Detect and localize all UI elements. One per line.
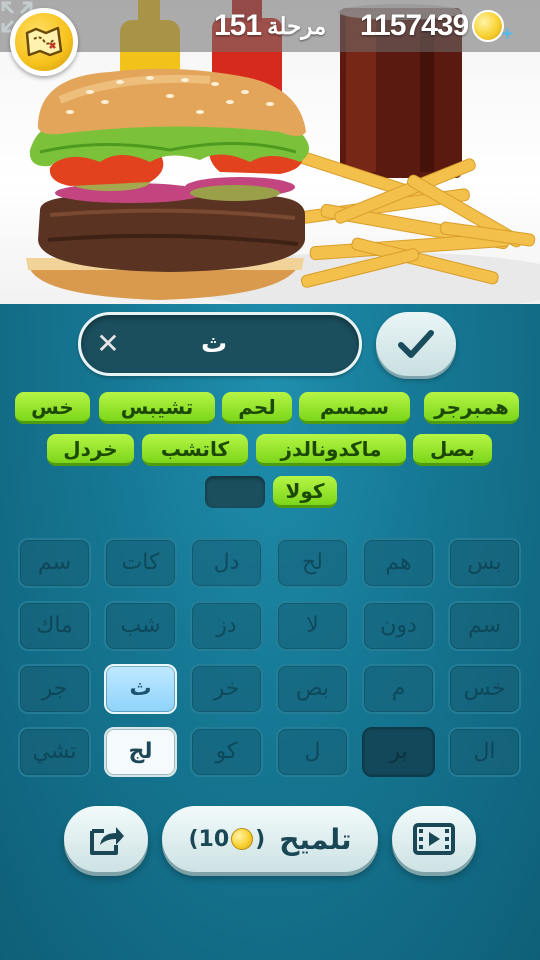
hint-button[interactable]: ( 10 ) تلميح xyxy=(162,806,378,872)
letter-tile[interactable]: سم xyxy=(18,538,91,588)
map-button[interactable] xyxy=(10,8,78,76)
found-word: ماكدونالدز xyxy=(256,434,406,466)
coin-icon xyxy=(231,828,254,850)
letter-tile[interactable]: بص xyxy=(276,664,349,714)
letter-tile[interactable]: دز xyxy=(190,601,263,651)
letter-tile-selected[interactable]: ث xyxy=(104,664,177,714)
submit-button[interactable] xyxy=(376,312,456,376)
level-label: مرحلة xyxy=(267,12,327,39)
found-word: سمسم xyxy=(299,392,410,424)
hint-cost-value: 10 xyxy=(198,826,230,852)
coin-icon: + xyxy=(472,6,513,46)
check-icon xyxy=(398,330,434,358)
answer-box[interactable]: ✕ ث xyxy=(78,312,362,376)
found-word: لحم xyxy=(222,392,292,424)
letter-tile[interactable]: كات xyxy=(104,538,177,588)
share-icon xyxy=(90,827,124,855)
plus-icon[interactable]: + xyxy=(501,23,513,46)
letter-tile[interactable]: خس xyxy=(448,664,521,714)
level-number: 151 xyxy=(214,9,262,42)
share-button[interactable] xyxy=(64,806,148,872)
letter-tile[interactable]: خر xyxy=(190,664,263,714)
found-word: بصل xyxy=(413,434,492,466)
letter-tile[interactable]: كو xyxy=(190,727,263,777)
found-word: كولا xyxy=(273,476,337,508)
found-word: خس xyxy=(15,392,90,424)
letter-tile[interactable]: سم xyxy=(448,601,521,651)
hint-cost: ( 10 ) xyxy=(188,826,266,852)
letter-tile[interactable]: بس xyxy=(448,538,521,588)
letter-tile[interactable]: م xyxy=(362,664,435,714)
found-word: همبرجر xyxy=(424,392,519,424)
video-reward-icon xyxy=(413,823,455,855)
close-icon[interactable]: ✕ xyxy=(95,330,121,358)
answer-text: ث xyxy=(201,329,228,359)
letter-tile[interactable]: دون xyxy=(362,601,435,651)
hint-label: تلميح xyxy=(279,822,352,856)
letter-tile[interactable]: شب xyxy=(104,601,177,651)
letter-tile[interactable]: ال xyxy=(448,727,521,777)
letter-tile[interactable]: ماك xyxy=(18,601,91,651)
letter-tile[interactable]: ل xyxy=(276,727,349,777)
coin-count: 1157439 xyxy=(360,9,469,42)
treasure-map-icon xyxy=(25,26,63,57)
video-reward-button[interactable] xyxy=(392,806,476,872)
missing-word-slot xyxy=(205,476,265,508)
level-indicator: مرحلة 151 xyxy=(214,6,326,46)
letter-tile[interactable]: دل xyxy=(190,538,263,588)
letter-tile[interactable]: لا xyxy=(276,601,349,651)
letter-tile[interactable]: جر xyxy=(18,664,91,714)
letter-tile[interactable]: لح xyxy=(276,538,349,588)
found-word: تشيبس xyxy=(99,392,215,424)
letter-tile[interactable]: تشي xyxy=(18,727,91,777)
found-word: كاتشب xyxy=(142,434,248,466)
coin-balance[interactable]: 1157439 + xyxy=(360,6,513,46)
found-word: خردل xyxy=(47,434,134,466)
letter-tile-pressed[interactable]: بر xyxy=(362,727,435,777)
letter-tile-highlighted[interactable]: لج xyxy=(104,727,177,777)
letter-tile[interactable]: هم xyxy=(362,538,435,588)
